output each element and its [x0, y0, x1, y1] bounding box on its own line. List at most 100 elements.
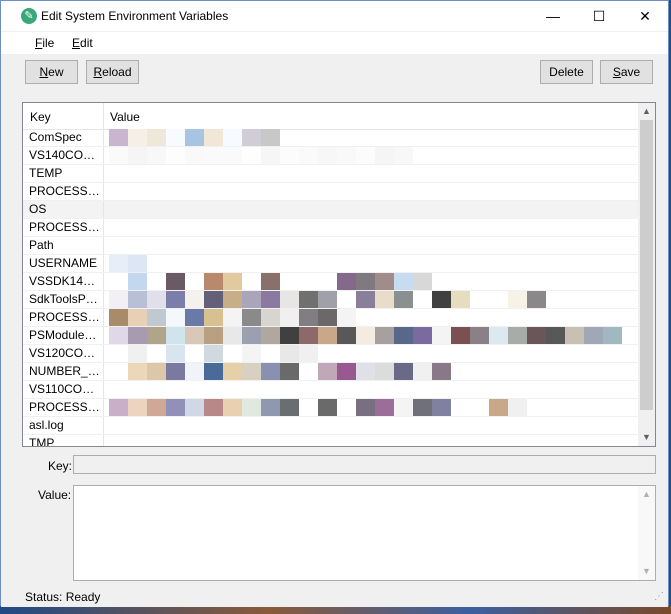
redaction-block [299, 309, 318, 326]
value-scroll-up-icon[interactable]: ▲ [638, 486, 655, 503]
table-row[interactable]: OS [23, 201, 638, 219]
redaction-block [109, 327, 128, 344]
delete-button[interactable]: Delete [540, 60, 593, 84]
row-key: VS120COM... [29, 346, 101, 360]
redaction-block [413, 327, 432, 344]
value-textarea[interactable]: ▲ ▼ [73, 485, 656, 581]
redaction-block [185, 291, 204, 308]
table-row[interactable]: ComSpec [23, 129, 638, 147]
table-row[interactable]: USERNAME [23, 255, 638, 273]
scroll-thumb[interactable] [640, 120, 653, 410]
table-row[interactable]: PROCESSO... [23, 219, 638, 237]
column-divider[interactable] [103, 103, 104, 129]
redaction-block [166, 147, 185, 164]
maximize-button[interactable]: ☐ [576, 1, 622, 31]
redacted-value [109, 399, 527, 416]
row-key: Path [29, 238, 54, 252]
redaction-block [166, 345, 185, 362]
table-row[interactable]: PROCESSO... [23, 309, 638, 327]
title-bar[interactable]: ✎ Edit System Environment Variables — ☐ … [1, 1, 668, 31]
reload-accel: R [93, 65, 103, 79]
redaction-block [204, 129, 223, 146]
redaction-block [242, 129, 261, 146]
redaction-block [223, 147, 242, 164]
table-row[interactable]: asl.log [23, 417, 638, 435]
redaction-block [394, 363, 413, 380]
redaction-block [356, 363, 375, 380]
table-row[interactable]: TEMP [23, 165, 638, 183]
table-row[interactable]: Path [23, 237, 638, 255]
minimize-button[interactable]: — [530, 1, 576, 31]
redaction-block [147, 399, 166, 416]
redaction-block [128, 363, 147, 380]
column-divider [103, 345, 104, 362]
table-row[interactable]: SdkToolsPath [23, 291, 638, 309]
redaction-block [299, 345, 318, 362]
menu-file[interactable]: File [35, 36, 54, 50]
row-key: TMP [29, 436, 55, 447]
menu-edit[interactable]: Edit [72, 36, 93, 50]
new-accel: N [39, 65, 49, 79]
table-row[interactable]: VS120COM... [23, 345, 638, 363]
redaction-block [394, 147, 413, 164]
redaction-block [470, 291, 489, 308]
redaction-block [451, 399, 470, 416]
redaction-block [261, 309, 280, 326]
redaction-block [242, 399, 261, 416]
column-header-value[interactable]: Value [110, 110, 140, 124]
redaction-block [128, 147, 147, 164]
column-divider [103, 273, 104, 290]
redaction-block [223, 291, 242, 308]
table-row[interactable]: VS140COM... [23, 147, 638, 165]
variables-grid[interactable]: Key Value ComSpec VS140COM... TEMP PROCESSO… [22, 102, 656, 447]
new-button[interactable]: New [25, 60, 78, 84]
redaction-block [508, 327, 527, 344]
redaction-block [261, 363, 280, 380]
row-key: VS110COM... [29, 382, 101, 396]
redaction-block [261, 345, 280, 362]
redaction-block [166, 291, 185, 308]
reload-button[interactable]: Reload [86, 60, 139, 84]
column-header-key[interactable]: Key [30, 110, 51, 124]
redaction-block [375, 273, 394, 290]
table-row[interactable]: VS110COM... [23, 381, 638, 399]
close-button[interactable]: ✕ [622, 1, 668, 31]
redaction-block [166, 129, 185, 146]
table-row[interactable]: PSModulePath [23, 327, 638, 345]
row-key: TEMP [29, 166, 63, 180]
redaction-block [527, 327, 546, 344]
table-row[interactable]: VSSDK140In... [23, 273, 638, 291]
redaction-block [356, 327, 375, 344]
redaction-block [375, 147, 394, 164]
save-button[interactable]: Save [600, 60, 653, 84]
resize-grip-icon[interactable]: ⋰ [654, 591, 664, 602]
redaction-block [280, 147, 299, 164]
row-key: ComSpec [29, 130, 82, 144]
table-row[interactable]: PROCESSO... [23, 183, 638, 201]
row-key: VS140COM... [29, 148, 101, 162]
value-scrollbar[interactable]: ▲ ▼ [638, 486, 655, 580]
key-field[interactable] [73, 455, 656, 474]
scroll-up-icon[interactable]: ▲ [638, 103, 655, 120]
desktop-wallpaper [0, 606, 671, 614]
row-key: PROCESSO... [29, 220, 101, 234]
table-row[interactable]: TMP [23, 435, 638, 447]
redaction-block [280, 345, 299, 362]
redaction-block [204, 273, 223, 290]
value-scroll-down-icon[interactable]: ▼ [638, 563, 655, 580]
redaction-block [375, 363, 394, 380]
column-divider [103, 237, 104, 254]
redaction-block [185, 327, 204, 344]
redaction-block [356, 291, 375, 308]
table-row[interactable]: NUMBER_O... [23, 363, 638, 381]
redaction-block [413, 273, 432, 290]
scroll-down-icon[interactable]: ▼ [638, 429, 655, 446]
table-row[interactable]: PROCESSO... [23, 399, 638, 417]
redaction-block [299, 147, 318, 164]
redacted-value [109, 147, 413, 164]
row-key: PROCESSO... [29, 184, 101, 198]
redaction-block [584, 327, 603, 344]
redaction-block [299, 363, 318, 380]
column-divider [103, 147, 104, 164]
vertical-scrollbar[interactable]: ▲ ▼ [638, 103, 655, 446]
